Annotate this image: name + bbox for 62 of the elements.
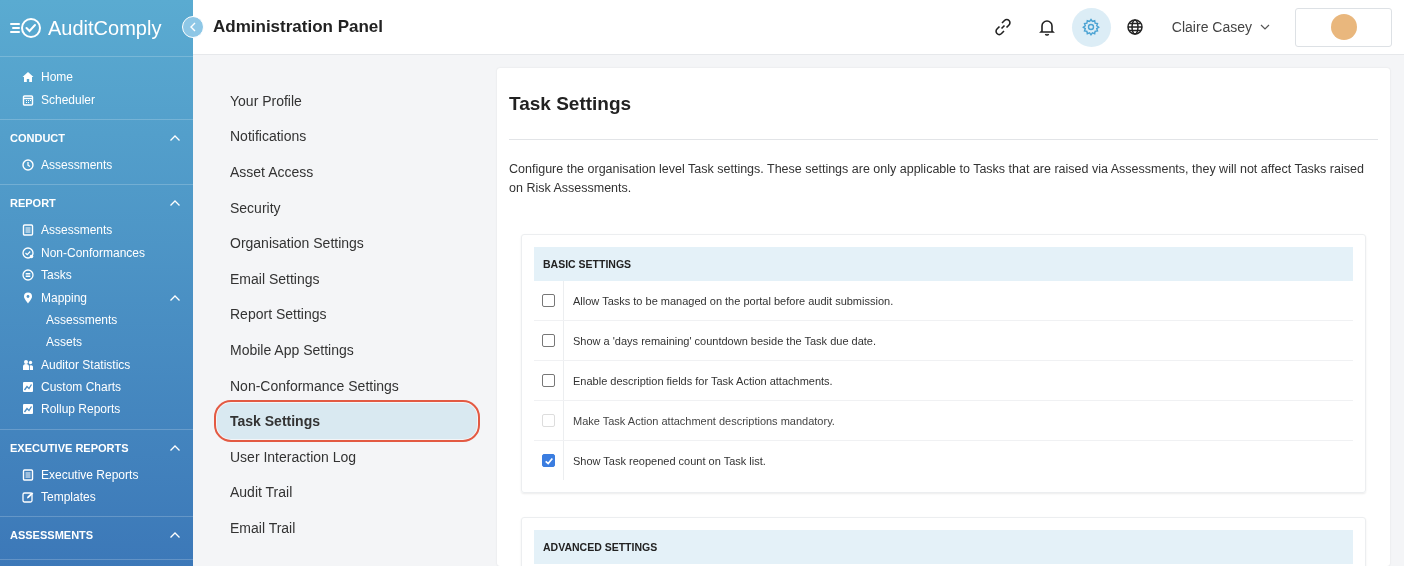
- option-label: Make Task Action attachment descriptions mandatory.: [572, 413, 835, 429]
- logo-text: AuditComply: [48, 16, 162, 40]
- option-label: Enable description fields for Task Action attachments.: [572, 373, 833, 389]
- sidebar-item[interactable]: Rollup Reports: [0, 398, 193, 421]
- group-header: BASIC SETTINGS: [534, 247, 1353, 281]
- chevron-icon[interactable]: [169, 293, 181, 302]
- section-title: ASSESSMENTS: [10, 529, 94, 542]
- user-menu[interactable]: Claire Casey: [1171, 19, 1270, 35]
- check-badge-icon: [22, 246, 34, 259]
- users-icon: [22, 358, 34, 371]
- chevron-icon[interactable]: [169, 443, 181, 452]
- avatar: [1330, 14, 1357, 40]
- chevron-left-icon: [189, 22, 197, 32]
- collapse-sidebar-button[interactable]: [182, 16, 204, 38]
- section-title: REPORT: [10, 197, 56, 210]
- settings-nav-item[interactable]: Task Settings: [217, 403, 477, 439]
- checkbox[interactable]: [542, 374, 555, 387]
- section-title: CONDUCT: [10, 131, 65, 144]
- option-label: Allow Tasks to be managed on the portal before audit submission.: [572, 293, 894, 309]
- chevron-icon[interactable]: [169, 531, 181, 540]
- option-label: Show a 'days remaining' countdown beside the Task due date.: [572, 333, 877, 349]
- clock-icon: [22, 158, 34, 171]
- chart-icon: [22, 381, 34, 394]
- edit-icon: [22, 491, 34, 504]
- checkbox[interactable]: [542, 294, 555, 307]
- location-pin-icon: [22, 291, 34, 304]
- checkbox[interactable]: [542, 454, 555, 467]
- chevron-icon[interactable]: [169, 199, 181, 208]
- settings-nav-item[interactable]: Organisation Settings: [217, 225, 477, 261]
- settings-nav-item[interactable]: Your Profile: [217, 83, 477, 119]
- settings-nav-item[interactable]: Email Trail: [217, 510, 477, 546]
- chevron-icon[interactable]: [169, 133, 181, 142]
- card-title: Task Settings: [509, 93, 633, 115]
- calendar-icon: [22, 93, 34, 106]
- document-icon: [22, 224, 34, 237]
- settings-nav-item[interactable]: Non-Conformance Settings: [217, 367, 477, 404]
- settings-nav-item[interactable]: Security: [217, 189, 477, 226]
- page-title: Administration Panel: [213, 17, 384, 37]
- sidebar-item[interactable]: Templates: [0, 486, 193, 509]
- document-icon: [22, 468, 34, 481]
- settings-nav-item[interactable]: Mobile App Settings: [217, 332, 477, 368]
- group-header: ADVANCED SETTINGS: [534, 530, 1353, 564]
- sidebar-item[interactable]: Auditor Statistics: [0, 353, 193, 376]
- settings-nav-item[interactable]: Email Settings: [217, 260, 477, 297]
- logo-icon: [10, 17, 44, 39]
- chart-icon: [22, 403, 34, 416]
- caret-icon: [1260, 24, 1270, 30]
- list-icon: [22, 269, 34, 282]
- checkbox[interactable]: [542, 334, 555, 347]
- sidebar-subitem[interactable]: Assessments: [0, 308, 193, 332]
- sidebar-item[interactable]: Executive Reports: [0, 463, 193, 487]
- option-label: Show Task reopened count on Task list.: [572, 453, 766, 469]
- settings-nav-item[interactable]: Audit Trail: [217, 474, 477, 511]
- settings-nav-item[interactable]: Asset Access: [217, 154, 477, 190]
- settings-nav-item[interactable]: User Interaction Log: [217, 438, 477, 475]
- description: Configure the organisation level Task settings. These settings are only applicable to Tasks that are raised via Assessments, they will not affect Tasks raised on Risk Assessments.: [509, 161, 1365, 197]
- settings-nav-item[interactable]: Notifications: [217, 118, 477, 155]
- section-title: EXECUTIVE REPORTS: [10, 441, 129, 454]
- settings-nav-item[interactable]: Report Settings: [217, 296, 477, 333]
- sidebar-item[interactable]: Custom Charts: [0, 375, 193, 399]
- sidebar-subitem[interactable]: Assets: [0, 331, 193, 354]
- home-icon: [22, 71, 34, 84]
